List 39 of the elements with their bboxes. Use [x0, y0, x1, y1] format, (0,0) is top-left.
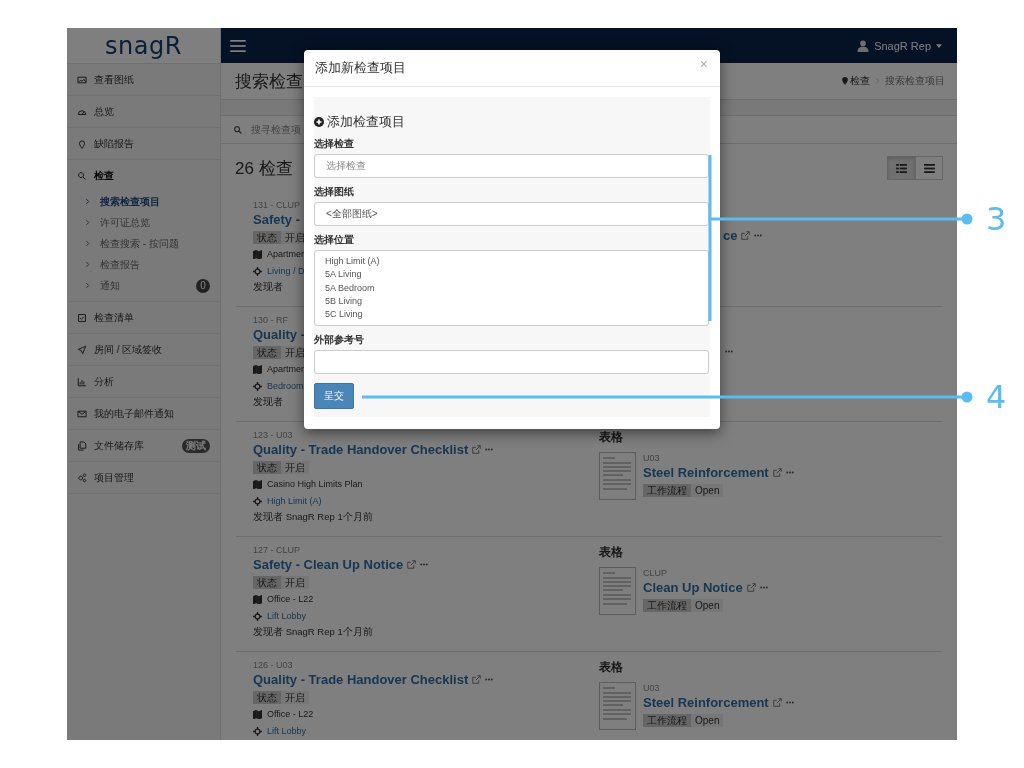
- status-label: 状态: [253, 346, 281, 359]
- plan-name: Apartmen: [267, 363, 307, 376]
- plan-name: Office - L22: [267, 708, 314, 721]
- badge: 0: [196, 278, 210, 293]
- callout-number: 3: [986, 201, 1007, 237]
- status-label: 状态: [253, 576, 281, 589]
- found-by-text: 发现者: [253, 281, 283, 294]
- dialog-title: 添加新检查项目: [315, 59, 406, 77]
- breadcrumb-item: 搜索检查项目: [885, 74, 945, 88]
- status-value: 开启: [281, 461, 309, 474]
- status-label: 状态: [253, 461, 281, 474]
- forms-heading: 表格: [599, 544, 623, 561]
- status-label: 状态: [253, 691, 281, 704]
- status-label: 状态: [253, 231, 281, 244]
- result-count: 26 检查: [235, 157, 293, 180]
- panel-heading: 添加检查项目: [327, 113, 405, 131]
- field-label: 外部参考号: [314, 333, 365, 347]
- field-label: 选择图纸: [314, 185, 355, 199]
- status-value: 开启: [281, 691, 309, 704]
- found-by-text: 发现者 SnagR Rep 1个月前: [253, 626, 373, 639]
- field-label: 选择位置: [314, 233, 355, 247]
- workflow-value: Open: [691, 599, 724, 612]
- found-by-text: 发现者: [253, 396, 283, 409]
- badge: 测试: [182, 438, 210, 453]
- field-label: 选择检查: [314, 137, 355, 151]
- workflow-value: Open: [691, 484, 724, 497]
- workflow-label: 工作流程: [643, 599, 691, 612]
- plan-name: Casino High Limits Plan: [267, 478, 363, 491]
- forms-heading: 表格: [599, 659, 623, 676]
- forms-heading: 表格: [599, 429, 623, 446]
- status-value: 开启: [281, 576, 309, 589]
- workflow-label: 工作流程: [643, 484, 691, 497]
- workflow-label: 工作流程: [643, 714, 691, 727]
- plan-name: Office - L22: [267, 593, 314, 606]
- plan-name: Apartmen: [267, 248, 307, 261]
- page-title: 搜索检查: [235, 70, 303, 93]
- workflow-value: Open: [691, 714, 724, 727]
- callout-number: 4: [986, 379, 1007, 415]
- found-by-text: 发现者 SnagR Rep 1个月前: [253, 511, 373, 524]
